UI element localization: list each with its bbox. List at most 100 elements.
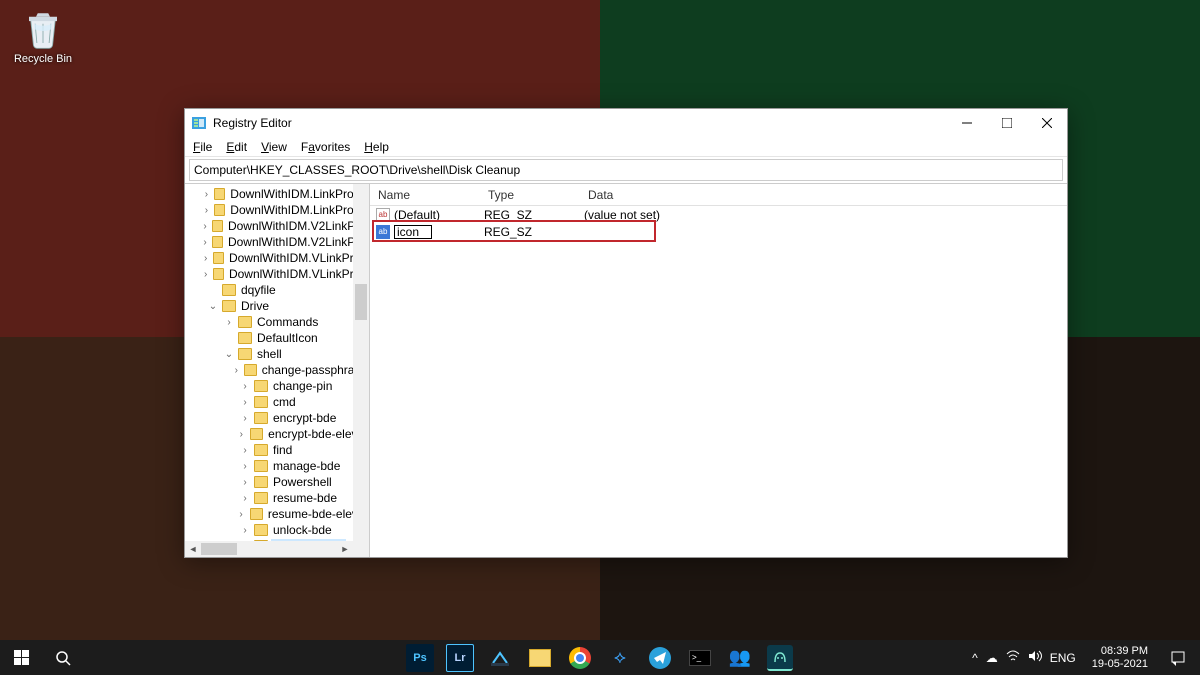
tray-volume-icon[interactable] — [1028, 650, 1042, 665]
notifications-button[interactable] — [1164, 640, 1192, 675]
taskbar-app-chrome[interactable] — [560, 640, 600, 675]
expand-icon[interactable]: › — [223, 317, 235, 328]
tree-item[interactable]: ›change-passphrase — [185, 362, 354, 378]
tray-chevron-up-icon[interactable]: ^ — [972, 651, 978, 665]
tree-item[interactable]: › DownlWithIDM.VLinkProcessor — [185, 250, 354, 266]
tree-item-label: shell — [255, 347, 284, 361]
taskbar-app-teams[interactable]: 👥 — [720, 640, 760, 675]
address-bar[interactable]: Computer\HKEY_CLASSES_ROOT\Drive\shell\D… — [189, 159, 1063, 181]
expand-icon[interactable]: › — [201, 253, 210, 264]
expand-icon[interactable]: › — [201, 221, 210, 232]
tree-item[interactable]: ›DownlWithIDM.LinkProcessor — [185, 202, 354, 218]
expand-icon[interactable]: › — [235, 509, 246, 520]
start-button[interactable] — [0, 640, 42, 675]
tree-item[interactable]: ›resume-bde-elev — [185, 506, 354, 522]
tree-item[interactable]: ›find — [185, 442, 354, 458]
expand-icon[interactable]: ⌄ — [207, 301, 219, 312]
tree-item[interactable]: ›DownlWithIDM.V2LinkProcessor — [185, 234, 354, 250]
taskbar-app-vscode[interactable]: ⟡ — [600, 640, 640, 675]
value-row[interactable]: ab(Default)REG_SZ(value not set) — [370, 206, 1067, 223]
tree-item[interactable]: › encrypt-bde — [185, 410, 354, 426]
folder-icon — [254, 380, 268, 392]
menu-view[interactable]: View — [261, 140, 287, 154]
taskbar-app-photoshop[interactable]: Ps — [400, 640, 440, 675]
tree-item-label: DownlWithIDM.VLinkProcessor — [227, 267, 354, 281]
expand-icon[interactable]: › — [239, 493, 251, 504]
tree-item[interactable]: DefaultIcon — [185, 330, 354, 346]
expand-icon[interactable]: › — [236, 429, 247, 440]
tray-wifi-icon[interactable] — [1006, 650, 1020, 665]
folder-icon — [238, 316, 252, 328]
scroll-left-icon[interactable]: ◄ — [185, 544, 201, 554]
tree-item[interactable]: ›DownlWithIDM.LinkProcessor — [185, 186, 354, 202]
tree-item[interactable]: ›Commands — [185, 314, 354, 330]
search-button[interactable] — [42, 640, 84, 675]
maximize-button[interactable] — [987, 109, 1027, 137]
minimize-button[interactable] — [947, 109, 987, 137]
tree-item[interactable]: ›change-pin — [185, 378, 354, 394]
tree-item-label: DownlWithIDM.VLinkProcessor — [227, 251, 354, 265]
tree-item[interactable]: › DownlWithIDM.VLinkProcessor — [185, 266, 354, 282]
scroll-right-icon[interactable]: ► — [337, 544, 353, 554]
recycle-bin-icon — [22, 8, 64, 50]
expand-icon[interactable]: › — [202, 205, 211, 216]
column-name[interactable]: Name — [370, 188, 480, 202]
window-title: Registry Editor — [213, 116, 947, 130]
expand-icon[interactable]: › — [239, 413, 251, 424]
folder-icon — [222, 300, 236, 312]
tree-item[interactable]: dqyfile — [185, 282, 354, 298]
folder-icon — [238, 348, 252, 360]
horizontal-scrollbar[interactable]: ◄ ► — [185, 541, 353, 557]
tree-pane: ›DownlWithIDM.LinkProcessor›DownlWithIDM… — [185, 184, 370, 557]
tree-item[interactable]: ⌄Drive — [185, 298, 354, 314]
menu-edit[interactable]: Edit — [226, 140, 247, 154]
value-name-edit[interactable] — [394, 225, 432, 239]
taskbar-app-terminal[interactable]: >_ — [680, 640, 720, 675]
expand-icon[interactable]: ⌄ — [223, 349, 235, 360]
tree-item[interactable]: ›unlock-bde — [185, 522, 354, 538]
taskbar-clock[interactable]: 08:39 PM 19-05-2021 — [1086, 641, 1154, 675]
column-type[interactable]: Type — [480, 188, 580, 202]
value-row[interactable]: abREG_SZ — [370, 223, 1067, 240]
tree-item-label: encrypt-bde — [271, 411, 338, 425]
tree-item[interactable]: ⌄ shell — [185, 346, 354, 362]
folder-icon — [254, 476, 268, 488]
scrollbar-thumb[interactable] — [355, 284, 367, 320]
menu-file[interactable]: File — [193, 140, 212, 154]
folder-icon — [212, 220, 223, 232]
expand-icon[interactable]: › — [239, 477, 251, 488]
expand-icon[interactable]: › — [239, 525, 251, 536]
titlebar[interactable]: Registry Editor — [185, 109, 1067, 137]
folder-icon — [254, 444, 268, 456]
tree-item[interactable]: ›cmd — [185, 394, 354, 410]
taskbar-app-explorer[interactable] — [520, 640, 560, 675]
expand-icon[interactable]: › — [201, 269, 210, 280]
tray-language[interactable]: ENG — [1050, 651, 1076, 665]
expand-icon[interactable]: › — [231, 365, 241, 376]
menu-favorites[interactable]: Favorites — [301, 140, 350, 154]
vertical-scrollbar[interactable] — [353, 184, 369, 557]
menu-help[interactable]: Help — [364, 140, 389, 154]
expand-icon[interactable]: › — [201, 237, 210, 248]
expand-icon[interactable]: › — [239, 461, 251, 472]
expand-icon[interactable]: › — [239, 397, 251, 408]
close-icon — [1042, 118, 1052, 128]
desktop-icon-recycle-bin[interactable]: Recycle Bin — [8, 8, 78, 65]
expand-icon[interactable]: › — [239, 381, 251, 392]
tree-item[interactable]: ›DownlWithIDM.V2LinkProcessor — [185, 218, 354, 234]
close-button[interactable] — [1027, 109, 1067, 137]
tree-item[interactable]: ›encrypt-bde-elev — [185, 426, 354, 442]
expand-icon[interactable]: › — [202, 189, 211, 200]
column-data[interactable]: Data — [580, 188, 1067, 202]
taskbar-app-telegram[interactable] — [640, 640, 680, 675]
scrollbar-thumb[interactable] — [201, 543, 237, 555]
tray-onedrive-icon[interactable]: ☁ — [986, 651, 998, 665]
tree-item[interactable]: ›Powershell — [185, 474, 354, 490]
tree-item[interactable]: › resume-bde — [185, 490, 354, 506]
taskbar-app-generic[interactable] — [480, 640, 520, 675]
taskbar-app-active[interactable] — [760, 640, 800, 675]
tree-item[interactable]: ›manage-bde — [185, 458, 354, 474]
tree-item-label: resume-bde — [271, 491, 339, 505]
expand-icon[interactable]: › — [239, 445, 251, 456]
taskbar-app-lightroom[interactable]: Lr — [440, 640, 480, 675]
